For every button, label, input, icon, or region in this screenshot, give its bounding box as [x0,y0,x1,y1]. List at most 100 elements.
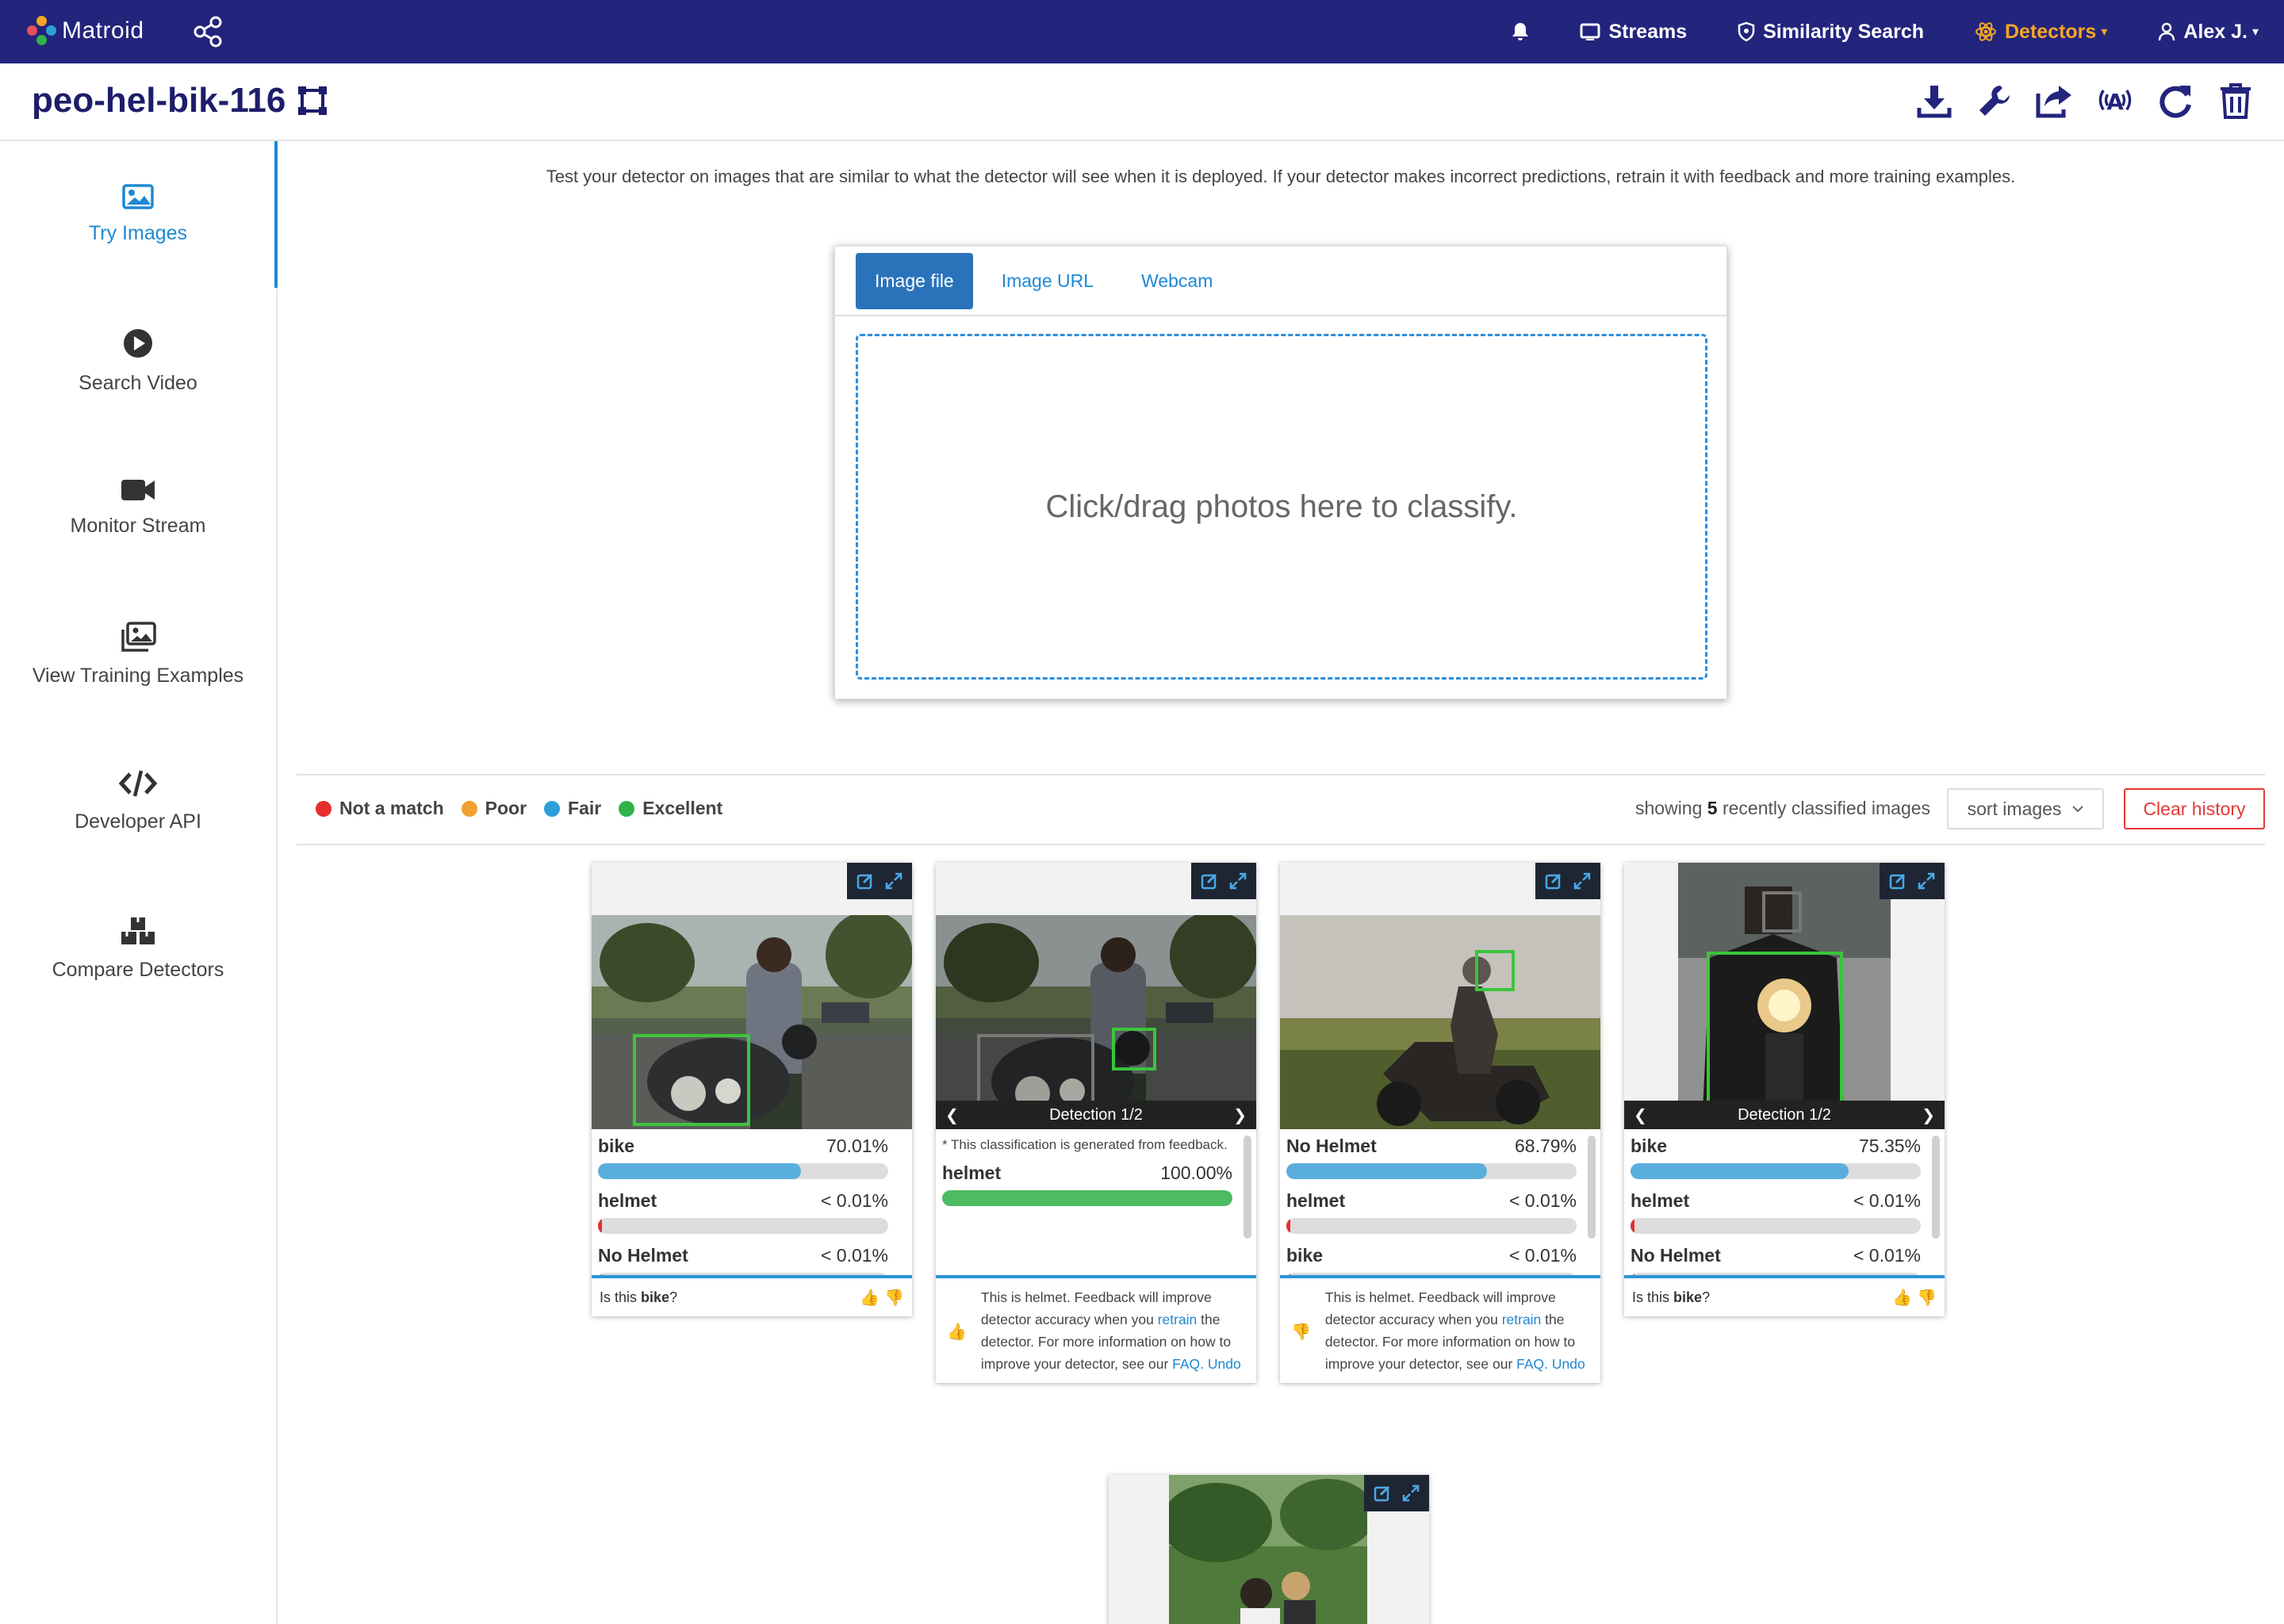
nav-user-menu[interactable]: Alex J. ▾ [2133,0,2284,63]
chevron-left-icon[interactable]: ❮ [1634,1105,1647,1125]
expand-icon[interactable] [884,871,903,891]
scores-panel[interactable]: bike 75.35% helmet < 0.01% No Helmet < 0.01… [1624,1129,1945,1278]
thumbs-up-icon[interactable]: 👍 [860,1288,879,1308]
legend-poor: Poor [461,798,527,819]
retrain-button[interactable] [2156,81,2195,121]
settings-button[interactable] [1975,81,2014,121]
thumbs-up-icon[interactable]: 👍 [1892,1288,1912,1308]
thumbs-down-icon[interactable]: 👎 [1917,1288,1937,1308]
card-actions [1880,863,1945,899]
classified-photo: ❮ Detection 1/2 ❯ [936,915,1256,1129]
score-value: < 0.01% [1508,1190,1577,1211]
faq-link[interactable]: FAQ. [1172,1356,1204,1372]
retrain-link[interactable]: retrain [1502,1312,1542,1327]
expand-icon[interactable] [1917,871,1936,891]
edit-icon[interactable] [856,871,875,891]
nav-similarity-search[interactable]: Similarity Search [1712,0,1949,63]
tab-image-url[interactable]: Image URL [983,253,1113,309]
undo-link[interactable]: Undo [1208,1356,1241,1372]
scrollbar[interactable] [1244,1136,1251,1239]
expand-icon[interactable] [1401,1484,1420,1503]
detector-header: peo-hel-bik-116 A [0,63,2284,141]
score-row: helmet 100.00% [942,1162,1232,1206]
scores-panel[interactable]: No Helmet 68.79% helmet < 0.01% bike < 0.01… [1280,1129,1600,1278]
tab-image-file[interactable]: Image file [856,252,973,309]
score-list: bike 70.01% helmet < 0.01% No Helmet < 0.01… [592,1129,912,1275]
undo-link[interactable]: Undo [1552,1356,1585,1372]
chevron-right-icon[interactable]: ❯ [1922,1105,1935,1125]
detection-counter: Detection 1/2 [1738,1105,1831,1124]
tab-webcam[interactable]: Webcam [1122,253,1232,309]
edit-icon[interactable] [1888,871,1907,891]
scrollbar[interactable] [1932,1136,1940,1239]
video-camera-icon [121,480,155,500]
clear-history-button[interactable]: Clear history [2124,788,2265,829]
share-nodes-icon[interactable] [190,14,225,49]
sidebar-item-try-images[interactable]: Try Images [0,141,278,288]
expand-icon[interactable] [1228,871,1247,891]
score-value: < 0.01% [1853,1190,1921,1211]
edit-icon[interactable] [1200,871,1219,891]
score-bar [598,1273,888,1275]
retrain-link[interactable]: retrain [1158,1312,1198,1327]
publish-button[interactable]: A [2095,81,2135,121]
brand-logo[interactable]: Matroid [27,16,144,46]
delete-button[interactable] [2216,81,2255,121]
faq-link[interactable]: FAQ. [1516,1356,1548,1372]
sidebar-item-developer-api[interactable]: Developer API [0,728,276,875]
sidebar-item-compare-detectors[interactable]: Compare Detectors [0,875,276,1021]
edit-icon[interactable] [1544,871,1563,891]
tv-icon [1580,23,1600,40]
detection-box [1475,950,1515,991]
legend-fair: Fair [544,798,601,819]
detector-toolbar: A [1914,81,2255,121]
chevron-down-icon [2072,806,2084,813]
nav-detectors[interactable]: Detectors ▾ [1949,0,2133,63]
classified-photo [592,915,912,1129]
score-label: bike [1631,1136,1668,1156]
share-button[interactable] [2035,81,2075,121]
boxes-icon [121,917,155,944]
score-bar-fill [1286,1163,1487,1179]
score-value: 68.79% [1514,1136,1577,1156]
sort-images-dropdown[interactable]: sort images [1947,788,2104,829]
scores-panel[interactable]: bike 70.01% helmet < 0.01% No Helmet < 0.01… [592,1129,912,1278]
score-row: bike 70.01% [598,1136,888,1179]
thumbs-down-icon: 👎 [1291,1323,1311,1341]
chevron-left-icon[interactable]: ❮ [945,1105,959,1125]
sidebar-item-monitor-stream[interactable]: Monitor Stream [0,435,276,581]
download-button[interactable] [1914,81,1954,121]
result-card: No Helmet 68.79% helmet < 0.01% bike < 0.01… [1280,863,1600,1383]
score-label: helmet [942,1162,1002,1183]
score-label: helmet [1286,1190,1346,1211]
photo-dropzone[interactable]: Click/drag photos here to classify. [856,334,1707,680]
brand-name: Matroid [62,17,144,44]
feedback-confirmation: 👎 This is helmet. Feedback will improve … [1280,1278,1600,1383]
card-header [936,863,1256,915]
chevron-right-icon[interactable]: ❯ [1233,1105,1247,1125]
scrollbar[interactable] [1588,1136,1596,1239]
score-value: < 0.01% [820,1245,888,1266]
page-title: peo-hel-bik-116 [32,81,328,121]
legend-dot [461,800,477,817]
code-icon [119,770,157,797]
dropzone-label: Click/drag photos here to classify. [1045,488,1518,524]
sidebar-item-search-video[interactable]: Search Video [0,288,276,435]
scores-panel[interactable]: * This classification is generated from … [936,1129,1256,1278]
notifications-button[interactable] [1486,0,1554,63]
legend-excellent: Excellent [619,798,722,819]
classified-photo: ❮ Detection 1/2 ❯ [1624,863,1945,1129]
chevron-down-icon: ▾ [2251,25,2259,39]
broadcast-icon: A [2098,89,2132,115]
sidebar-item-training-examples[interactable]: View Training Examples [0,581,276,728]
nav-streams[interactable]: Streams [1554,0,1712,63]
card-actions [1535,863,1600,899]
score-bar [1286,1273,1577,1275]
edit-icon[interactable] [1373,1484,1392,1503]
thumbs-down-icon[interactable]: 👎 [884,1288,904,1308]
legend-dot [619,800,635,817]
result-card: ❮ Detection 1/2 ❯ * This classification … [936,863,1256,1383]
divider [297,774,2265,776]
expand-icon[interactable] [1573,871,1592,891]
match-legend: Not a match Poor Fair Excellent [316,798,722,819]
